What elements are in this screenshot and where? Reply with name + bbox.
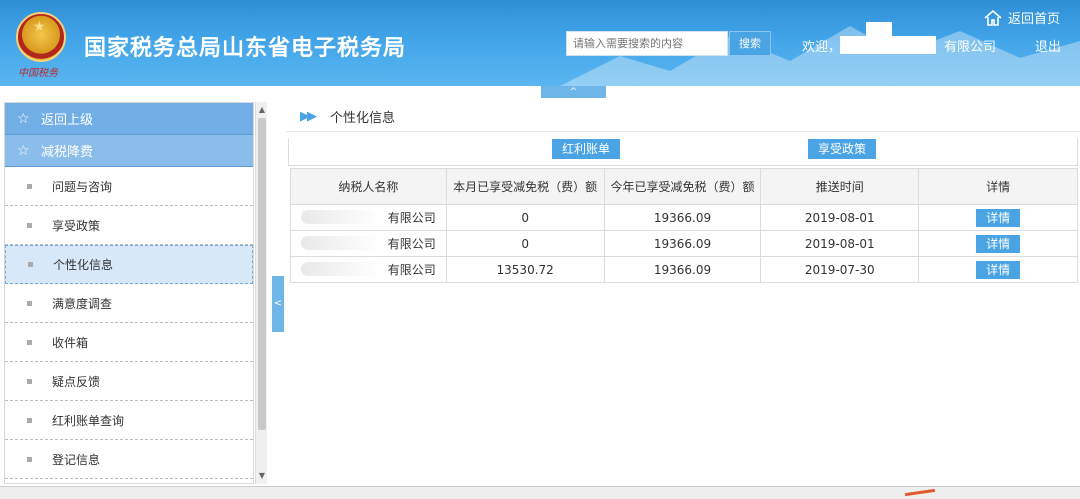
bullet-icon (27, 183, 32, 189)
emblem-script-text: 中国税务 (18, 68, 58, 79)
table-header-row: 纳税人名称 本月已享受减免税（费）额 今年已享受减免税（费）额 推送时间 详情 (290, 168, 1078, 205)
site-title: 国家税务总局山东省电子税务局 (84, 36, 407, 61)
sidebar-scrollbar[interactable]: ▲ ▼ (255, 102, 267, 484)
column-header-month-relief: 本月已享受减免税（费）额 (445, 168, 605, 205)
scrollbar-thumb[interactable] (258, 118, 266, 430)
push-time-cell: 2019-07-30 (760, 256, 920, 283)
sub-tab-bar: 红利账单 享受政策 (288, 138, 1078, 166)
page-title: 个性化信息 (330, 111, 396, 126)
bullet-icon (28, 262, 33, 267)
detail-button[interactable]: 详情 (976, 208, 1021, 227)
star-icon: ☆ (17, 142, 30, 159)
sidebar: ☆ 返回上级 ☆ 减税降费 问题与咨询 享受政策 个性化信息 满意度调查 收件箱… (4, 102, 254, 484)
detail-cell: 详情 (918, 256, 1078, 283)
month-relief-cell: 0 (445, 230, 605, 257)
masked-user-name-fragment (866, 22, 892, 36)
masked-user-name (840, 36, 936, 54)
sidebar-item-label: 收件箱 (52, 335, 89, 350)
sidebar-item-label: 享受政策 (52, 218, 101, 233)
taxpayer-name-cell: 有限公司 (290, 204, 447, 231)
sidebar-item-label: 个性化信息 (53, 258, 114, 272)
masked-company-name (301, 236, 381, 250)
sidebar-item-label: 问题与咨询 (52, 179, 113, 194)
header-collapse-toggle[interactable]: ^ (541, 86, 606, 98)
sidebar-item-label: 红利账单查询 (52, 413, 125, 428)
year-relief-cell: 19366.09 (603, 204, 762, 231)
scroll-down-arrow-icon[interactable]: ▼ (256, 470, 268, 482)
column-header-push-time: 推送时间 (760, 168, 920, 205)
push-time-cell: 2019-08-01 (760, 204, 920, 231)
column-header-detail: 详情 (918, 168, 1078, 205)
welcome-text: 欢迎， (802, 40, 842, 55)
taxpayer-name-cell: 有限公司 (290, 230, 447, 257)
sidebar-item-survey[interactable]: 满意度调查 (5, 284, 253, 323)
home-icon (984, 9, 1002, 26)
page-header: ★ 中国税务 国家税务总局山东省电子税务局 搜索 欢迎， 有限公司 退出 返回首… (0, 0, 1080, 86)
search-input[interactable] (566, 31, 728, 56)
emblem-star-icon: ★ (33, 19, 46, 35)
sidebar-section-header[interactable]: ☆ 减税降费 (5, 135, 253, 167)
bullet-icon (27, 456, 32, 462)
sidebar-item-inbox[interactable]: 收件箱 (5, 323, 253, 362)
year-relief-cell: 19366.09 (603, 256, 762, 283)
column-header-taxpayer: 纳税人名称 (290, 168, 447, 205)
sidebar-item-personalized-info[interactable]: 个性化信息 (5, 245, 253, 284)
bullet-icon (27, 339, 32, 345)
sidebar-item-policies[interactable]: 享受政策 (5, 206, 253, 245)
sidebar-item-label: 疑点反馈 (52, 374, 101, 389)
taxpayer-name: 有限公司 (387, 237, 436, 251)
bullet-icon (27, 417, 32, 423)
push-time-cell: 2019-08-01 (760, 230, 920, 257)
double-arrow-icon: ▶▶ (300, 109, 317, 124)
detail-button[interactable]: 详情 (976, 260, 1021, 279)
scroll-up-arrow-icon[interactable]: ▲ (256, 104, 268, 116)
year-relief-cell: 19366.09 (603, 230, 762, 257)
taxpayer-name-cell: 有限公司 (290, 256, 447, 283)
sidebar-collapse-toggle[interactable]: < (272, 276, 284, 332)
month-relief-cell: 0 (445, 204, 605, 231)
detail-cell: 详情 (918, 230, 1078, 257)
tab-dividend-bill[interactable]: 红利账单 (552, 139, 620, 159)
table-row: 有限公司 13530.72 19366.09 2019-07-30 详情 (290, 256, 1078, 283)
table-row: 有限公司 0 19366.09 2019-08-01 详情 (290, 230, 1078, 257)
sidebar-item-label: 登记信息 (52, 452, 101, 467)
sidebar-item-consultation[interactable]: 问题与咨询 (5, 167, 253, 206)
column-header-year-relief: 今年已享受减免税（费）额 (603, 168, 762, 205)
bullet-icon (27, 222, 32, 228)
star-icon: ☆ (17, 110, 30, 127)
taxpayer-name: 有限公司 (387, 211, 436, 225)
table-row: 有限公司 0 19366.09 2019-08-01 详情 (290, 204, 1078, 231)
masked-company-name (301, 210, 381, 224)
logout-link[interactable]: 退出 (1035, 36, 1061, 55)
bullet-icon (27, 300, 32, 306)
detail-cell: 详情 (918, 204, 1078, 231)
sidebar-item-feedback[interactable]: 疑点反馈 (5, 362, 253, 401)
sidebar-section-label: 减税降费 (41, 145, 94, 160)
personalized-info-table: 纳税人名称 本月已享受减免税（费）额 今年已享受减免税（费）额 推送时间 详情 … (290, 168, 1078, 283)
month-relief-cell: 13530.72 (445, 256, 605, 283)
masked-company-name (301, 262, 381, 276)
company-name-suffix: 有限公司 (944, 40, 997, 55)
breadcrumb: ▶▶ 个性化信息 (286, 102, 1080, 132)
main-content: ▶▶ 个性化信息 红利账单 享受政策 纳税人名称 本月已享受减免税（费）额 今年… (286, 102, 1080, 484)
home-link-label: 返回首页 (1008, 12, 1061, 27)
taxpayer-name: 有限公司 (387, 263, 436, 277)
home-link[interactable]: 返回首页 (984, 8, 1060, 27)
sidebar-back-label: 返回上级 (41, 113, 94, 128)
sidebar-item-dividend-bill-query[interactable]: 红利账单查询 (5, 401, 253, 440)
sidebar-item-label: 满意度调查 (52, 296, 113, 311)
detail-button[interactable]: 详情 (976, 234, 1021, 253)
sidebar-back-link[interactable]: ☆ 返回上级 (5, 103, 253, 135)
search-button[interactable]: 搜索 (729, 31, 771, 56)
tab-enjoyed-policies[interactable]: 享受政策 (808, 139, 876, 159)
bullet-icon (27, 378, 32, 384)
sidebar-item-registration-info[interactable]: 登记信息 (5, 440, 253, 479)
